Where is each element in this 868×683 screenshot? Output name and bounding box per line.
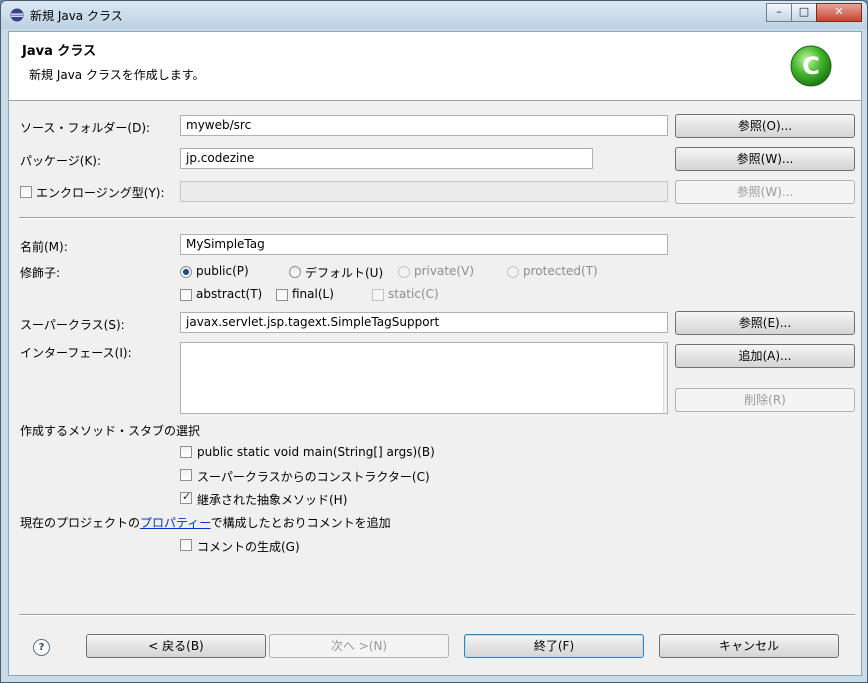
inherited-abstract-methods-checkbox[interactable] [180,490,192,504]
interfaces-label: インターフェース(I): [20,346,132,360]
enclosing-type-label: エンクロージング型(Y): [36,186,165,200]
next-button[interactable]: 次へ >(N) [269,634,449,658]
banner-description: 新規 Java クラスを作成します。 [29,68,205,82]
generate-comments-label: コメントの生成(G) [197,540,300,554]
enclosing-type-checkbox[interactable] [20,186,32,198]
final-label: final(L) [292,287,334,301]
abstract-label: abstract(T) [196,287,263,301]
generate-comments-checkbox[interactable] [180,539,192,551]
package-input[interactable]: jp.codezine [180,148,593,169]
interfaces-list-scrollbar[interactable] [663,343,667,413]
remove-interface-button[interactable]: 削除(R) [675,388,855,412]
comments-suffix: で構成したとおりコメントを追加 [210,516,391,530]
main-method-label: public static void main(String[] args)(B… [197,445,435,459]
interfaces-list[interactable] [180,342,668,414]
main-method-checkbox[interactable] [180,446,192,458]
cancel-button[interactable]: キャンセル [659,634,839,658]
modifier-default-radio[interactable] [289,266,301,278]
static-checkbox[interactable] [372,289,384,301]
constructors-label: スーパークラスからのコンストラクター(C) [197,470,430,484]
name-label: 名前(M): [20,240,68,254]
source-folder-input[interactable]: myweb/src [180,115,668,136]
maximize-button[interactable]: □ [791,3,817,22]
inherited-abstract-methods-label: 継承された抽象メソッド(H) [197,493,348,507]
modifier-private-radio[interactable] [398,266,410,278]
modifiers-label: 修飾子: [20,266,61,280]
title-bar[interactable]: 新規 Java クラス – □ ✕ [1,1,867,29]
class-name-input[interactable]: MySimpleTag [180,234,668,255]
modifier-protected-radio[interactable] [507,266,519,278]
comments-description: 現在のプロジェクトのプロパティーで構成したとおりコメントを追加 [20,514,391,531]
minimize-button[interactable]: – [766,3,792,22]
enclosing-type-input[interactable] [180,181,668,202]
back-button[interactable]: < 戻る(B) [86,634,266,658]
wizard-banner: Java クラス 新規 Java クラスを作成します。 C [9,32,861,101]
help-icon[interactable]: ? [33,639,50,656]
dialog-window: 新規 Java クラス – □ ✕ Java クラス 新規 Java クラスを作… [0,0,868,683]
modifier-private-label: private(V) [414,264,474,278]
window-title: 新規 Java クラス [30,9,123,23]
footer-separator [19,614,855,616]
banner-icon-letter: C [802,52,820,80]
static-label: static(C) [388,287,439,301]
superclass-browse-button[interactable]: 参照(E)... [675,311,855,335]
finish-button[interactable]: 終了(F) [464,634,644,658]
modifier-protected-label: protected(T) [523,264,598,278]
project-properties-link[interactable]: プロパティー [140,516,211,530]
superclass-input[interactable]: javax.servlet.jsp.tagext.SimpleTagSuppor… [180,312,668,333]
eclipse-icon [10,8,24,22]
constructors-checkbox[interactable] [180,469,192,481]
source-folder-browse-button[interactable]: 参照(O)... [675,114,855,138]
source-folder-label: ソース・フォルダー(D): [20,121,151,135]
final-checkbox[interactable] [276,289,288,301]
modifier-public-label: public(P) [196,264,249,278]
close-button[interactable]: ✕ [816,3,862,22]
enclosing-type-browse-button[interactable]: 参照(W)... [675,180,855,204]
package-browse-button[interactable]: 参照(W)... [675,147,855,171]
java-class-wizard-icon: C [790,45,832,87]
modifier-default-label: デフォルト(U) [305,266,384,280]
package-label: パッケージ(K): [20,154,102,168]
comments-prefix: 現在のプロジェクトの [20,516,141,530]
superclass-label: スーパークラス(S): [20,318,125,332]
add-interface-button[interactable]: 追加(A)... [675,344,855,368]
banner-title: Java クラス [22,44,97,59]
abstract-checkbox[interactable] [180,289,192,301]
dialog-client-area: Java クラス 新規 Java クラスを作成します。 C ソース・フォルダー(… [8,31,862,676]
separator [19,217,855,219]
method-stubs-label: 作成するメソッド・スタブの選択 [20,424,201,438]
modifier-public-radio[interactable] [180,266,192,278]
